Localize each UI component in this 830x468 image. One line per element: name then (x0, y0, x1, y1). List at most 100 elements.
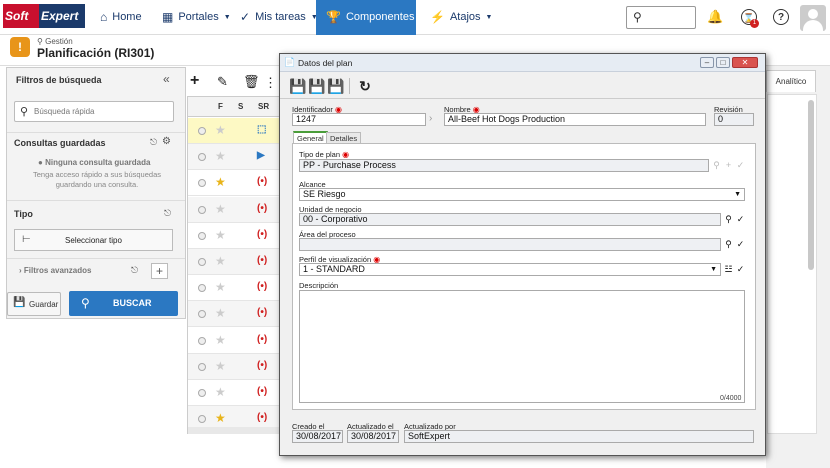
col-header-f[interactable]: F (218, 102, 223, 111)
updated-field: 30/08/2017 (347, 430, 399, 443)
status-icon: (•) (257, 176, 268, 188)
star-icon[interactable]: ★ (215, 228, 226, 242)
table-row[interactable]: ★ (•) (188, 301, 288, 328)
save-query-button[interactable]: 💾 Guardar (7, 292, 61, 316)
star-icon[interactable]: ★ (215, 202, 226, 216)
col-header-s[interactable]: S (238, 102, 243, 111)
help-icon[interactable]: ? (773, 9, 789, 25)
star-icon[interactable]: ★ (215, 254, 226, 268)
clear-icon[interactable]: ✓ (735, 214, 746, 225)
search-icon[interactable]: ⚲ (711, 160, 722, 171)
view-profile-select[interactable]: 1 - STANDARD ▼ (299, 263, 721, 276)
binoculars-icon[interactable]: ☳ (723, 264, 734, 275)
caret-down-icon: ▼ (223, 14, 231, 21)
divider (7, 258, 185, 259)
search-icon[interactable]: ⚲ (723, 214, 734, 225)
trash-icon[interactable]: 🗑 (243, 74, 260, 90)
star-icon[interactable]: ★ (215, 411, 226, 425)
clear-icon[interactable]: ✓ (735, 239, 746, 250)
more-icon[interactable]: ⋮ (264, 75, 277, 91)
clear-icon[interactable]: ✓ (735, 160, 746, 171)
row-radio[interactable] (198, 153, 206, 162)
table-row[interactable]: ★ (•) (188, 223, 288, 249)
star-icon[interactable]: ★ (215, 149, 226, 163)
nav-mis-tareas[interactable]: ✓ Mis tareas ▼ (240, 0, 318, 35)
clear-icon[interactable]: ✓ (735, 264, 746, 275)
table-row[interactable]: ★ (•) (188, 170, 288, 197)
row-radio[interactable] (198, 231, 206, 240)
description-textarea[interactable] (299, 290, 745, 403)
row-radio[interactable] (198, 415, 206, 424)
dialog-titlebar[interactable]: 📄 Datos del plan – □ ✕ (280, 54, 765, 72)
search-icon: ⚲ (633, 10, 642, 24)
global-search-input[interactable]: ⚲ (626, 6, 696, 29)
broom-icon[interactable]: ⎋ (131, 265, 138, 276)
table-row[interactable]: ★ (•) (188, 249, 288, 275)
table-row[interactable]: ★ (•) (188, 380, 288, 406)
tab-analitico[interactable]: Analítico (766, 70, 816, 92)
table-row[interactable]: ★ (•) (188, 275, 288, 302)
close-icon[interactable]: ✕ (732, 57, 758, 68)
collapse-panel-icon[interactable]: « (163, 72, 170, 86)
nav-portales[interactable]: ▦ Portales ▼ (162, 0, 231, 35)
gear-icon[interactable]: ⚙ (162, 136, 171, 147)
nav-componentes[interactable]: 🏆 Componentes ▼ (316, 0, 426, 35)
quick-search-input[interactable]: ⚲ Búsqueda rápida (14, 101, 174, 122)
saved-hint-1: Tenga acceso rápido a sus búsquedas (32, 170, 161, 179)
table-row[interactable]: ★ ⬚ (188, 118, 288, 144)
save-new-icon[interactable]: 💾 (288, 76, 308, 96)
search-icon[interactable]: ⚲ (723, 239, 734, 250)
row-radio[interactable] (198, 362, 206, 371)
id-field[interactable]: 1247 (292, 113, 426, 126)
horizontal-scrollbar[interactable] (188, 427, 286, 434)
maximize-icon[interactable]: □ (716, 57, 730, 68)
bell-icon[interactable]: 🔔 (707, 9, 723, 25)
row-radio[interactable] (198, 258, 206, 266)
refresh-icon[interactable]: ↻ (355, 76, 375, 96)
save-close-icon[interactable]: 💾 (326, 76, 346, 96)
breadcrumb[interactable]: ⚲ Gestión (37, 37, 73, 46)
row-radio[interactable] (198, 284, 206, 293)
star-icon[interactable]: ★ (215, 175, 226, 189)
broom-icon[interactable]: ⎋ (150, 137, 157, 148)
select-type-button[interactable]: ⊢ Seleccionar tipo (14, 229, 173, 251)
nav-home[interactable]: ⌂ Home (100, 0, 142, 35)
table-row[interactable]: ★ (•) (188, 328, 288, 354)
broom-icon[interactable]: ⎋ (164, 208, 171, 219)
star-icon[interactable]: ★ (215, 385, 226, 399)
expand-icon: ⬚ (257, 124, 267, 135)
add-icon[interactable]: + (190, 72, 199, 90)
name-field[interactable]: All-Beef Hot Dogs Production (444, 113, 706, 126)
star-icon[interactable]: ★ (215, 359, 226, 373)
add-filter-button[interactable]: + (151, 263, 168, 279)
minimize-icon[interactable]: – (700, 57, 714, 68)
nav-atajos[interactable]: ⚡ Atajos ▼ (430, 0, 492, 35)
save-icon[interactable]: 💾 (307, 76, 327, 96)
table-row[interactable]: ★ ▶ (188, 144, 288, 171)
row-radio[interactable] (198, 127, 206, 135)
edit-icon[interactable]: ✎ (217, 74, 228, 90)
table-row[interactable]: ★ (•) (188, 353, 288, 380)
scope-select[interactable]: SE Riesgo ▼ (299, 188, 745, 201)
table-row[interactable]: ★ (•) (188, 196, 288, 223)
nav-mis-tareas-label: Mis tareas (255, 11, 306, 23)
star-icon[interactable]: ★ (215, 306, 226, 320)
row-radio[interactable] (198, 336, 206, 345)
softexpert-logo[interactable]: Soft Expert (3, 4, 85, 28)
row-radio[interactable] (198, 205, 206, 214)
col-header-sr[interactable]: SR (258, 102, 269, 111)
vertical-scrollbar[interactable] (808, 100, 814, 270)
tab-general[interactable]: General (293, 131, 328, 143)
advanced-filters-toggle[interactable]: › Filtros avanzados (19, 266, 91, 275)
row-radio[interactable] (198, 389, 206, 397)
avatar[interactable] (800, 5, 826, 31)
row-radio[interactable] (198, 179, 206, 188)
nav-portales-label: Portales (178, 11, 219, 23)
search-icon: ⚲ (81, 296, 90, 310)
add-icon[interactable]: + (723, 160, 734, 171)
search-button[interactable]: ⚲ BUSCAR (69, 291, 178, 316)
star-icon[interactable]: ★ (215, 123, 226, 137)
star-icon[interactable]: ★ (215, 333, 226, 347)
row-radio[interactable] (198, 310, 206, 319)
star-icon[interactable]: ★ (215, 280, 226, 294)
